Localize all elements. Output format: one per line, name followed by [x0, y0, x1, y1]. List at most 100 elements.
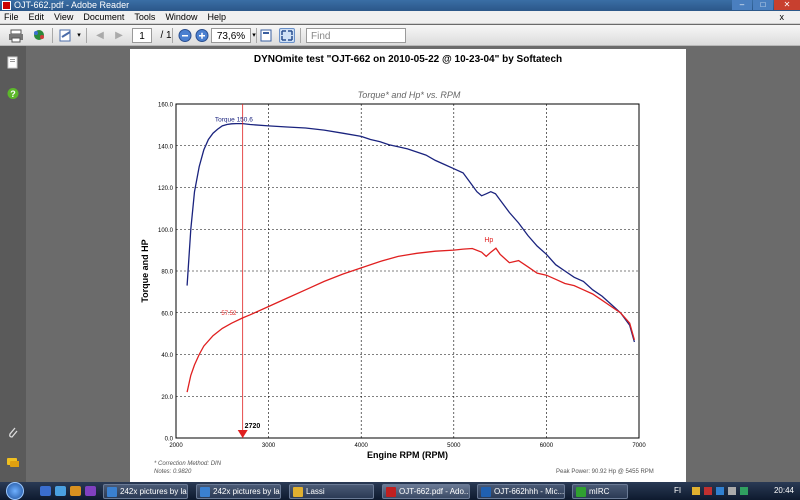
close-document-button[interactable]: x: [780, 11, 785, 24]
toolbar-separator: [52, 28, 53, 43]
menu-bar: File Edit View Document Tools Window Hel…: [0, 11, 800, 24]
explorer-icon[interactable]: [70, 486, 81, 496]
hp-series-label: Hp: [484, 237, 493, 244]
toolbar-separator: [256, 28, 257, 43]
language-indicator[interactable]: FI: [674, 482, 681, 500]
media-player-icon[interactable]: [85, 486, 96, 496]
network-icon[interactable]: [716, 487, 724, 495]
chart-title: Torque* and Hp* vs. RPM: [358, 90, 461, 100]
y-axis-label: Torque and HP: [140, 239, 150, 302]
taskbar-item[interactable]: 242x pictures by la...: [103, 484, 188, 499]
chart-series: [186, 122, 636, 393]
comments-icon[interactable]: [7, 456, 20, 469]
mirc-icon: [576, 487, 586, 497]
taskbar-item[interactable]: OJT-662hhh - Mic...: [477, 484, 565, 499]
toolbar: ▾ ◀ ▶ 1 / 1 73,6% ▾ Find: [0, 25, 800, 46]
taskbar-item[interactable]: 242x pictures by la...: [196, 484, 281, 499]
pages-icon[interactable]: [7, 56, 19, 69]
hp-cursor-value-label: 57.52: [221, 311, 237, 317]
sign-dropdown-icon[interactable]: ▾: [76, 28, 82, 43]
y-tick-label: 40.0: [161, 353, 173, 359]
browser-icon: [200, 487, 210, 497]
adobe-reader-icon: [2, 1, 11, 10]
y-tick-label: 100.0: [158, 228, 174, 234]
next-page-icon[interactable]: ▶: [111, 28, 127, 43]
clock[interactable]: 20:44: [774, 482, 794, 500]
close-button[interactable]: ✕: [774, 0, 800, 10]
rpm-cursor-marker: [237, 430, 248, 438]
x-tick-label: 3000: [262, 443, 276, 449]
previous-page-icon[interactable]: ◀: [92, 28, 108, 43]
word-icon: [481, 487, 491, 497]
menu-file[interactable]: File: [4, 11, 19, 23]
tray-app-icon[interactable]: [692, 487, 700, 495]
help-icon[interactable]: ?: [7, 87, 19, 100]
maximize-button[interactable]: □: [753, 0, 773, 10]
toolbar-separator: [86, 28, 87, 43]
fit-page-icon[interactable]: [258, 28, 274, 43]
taskbar-item-label: OJT-662hhh - Mic...: [494, 487, 565, 496]
zoom-out-icon[interactable]: [177, 28, 193, 43]
chart-axes: 0.0 20.0 40.0 60.0 80.0 100.0 120.0 140.0 160.0 2…: [140, 103, 646, 461]
x-tick-label: 7000: [632, 443, 646, 449]
document-view[interactable]: DYNOmite test "OJT-662 on 2010-05-22 @ 1…: [26, 46, 800, 482]
taskbar-item-label: 242x pictures by la...: [120, 487, 188, 496]
window-title: OJT-662.pdf - Adobe Reader: [14, 0, 130, 10]
attachments-icon[interactable]: [7, 426, 19, 439]
page-number-input[interactable]: 1: [132, 28, 152, 43]
x-tick-label: 4000: [355, 443, 369, 449]
svg-text:?: ?: [10, 89, 16, 99]
system-tray: FI 20:44: [670, 482, 800, 500]
show-desktop-icon[interactable]: [40, 486, 51, 496]
taskbar-item-label: mIRC: [589, 487, 610, 496]
sign-icon[interactable]: [58, 28, 74, 43]
taskbar-item[interactable]: mIRC: [572, 484, 628, 499]
folder-icon: [293, 487, 303, 497]
taskbar-item-label: Lassi: [306, 487, 325, 496]
y-tick-label: 160.0: [158, 103, 174, 109]
minimize-button[interactable]: –: [732, 0, 752, 10]
adobe-reader-icon: [386, 487, 396, 497]
y-tick-label: 0.0: [165, 437, 174, 443]
menu-window[interactable]: Window: [165, 11, 197, 23]
y-tick-label: 140.0: [158, 144, 174, 150]
tray-app-icon[interactable]: [740, 487, 748, 495]
peak-power-note: Peak Power: 90.92 Hp @ 5455 RPM: [556, 469, 654, 475]
y-tick-label: 120.0: [158, 186, 174, 192]
hp-series-line: [186, 247, 636, 393]
volume-icon[interactable]: [728, 487, 736, 495]
zoom-in-icon[interactable]: [194, 28, 210, 43]
menu-tools[interactable]: Tools: [134, 11, 155, 23]
print-icon[interactable]: [8, 28, 24, 43]
start-button[interactable]: [6, 482, 24, 500]
window-title-bar: OJT-662.pdf - Adobe Reader – □ ✕: [0, 0, 800, 11]
correction-factor-note: Notes: 0.9820: [154, 469, 192, 475]
ie-icon[interactable]: [55, 486, 66, 496]
taskbar-item-label: 242x pictures by la...: [213, 487, 281, 496]
y-tick-label: 60.0: [161, 311, 173, 317]
x-axis-label: Engine RPM (RPM): [367, 450, 448, 460]
x-tick-label: 6000: [540, 443, 554, 449]
menu-document[interactable]: Document: [83, 11, 124, 23]
taskbar-item-active[interactable]: OJT-662.pdf - Ado...: [382, 484, 470, 499]
collaborate-icon[interactable]: [31, 28, 47, 43]
navigation-sidebar: ?: [0, 46, 26, 482]
page-total: / 1: [160, 30, 172, 41]
torque-series-line: [186, 122, 636, 343]
taskbar-item[interactable]: Lassi: [289, 484, 374, 499]
rpm-cursor-label: 2720: [245, 423, 261, 430]
menu-edit[interactable]: Edit: [29, 11, 45, 23]
torque-peak-label: Torque 150.6: [215, 117, 253, 124]
correction-method-note: * Correction Method: DIN: [154, 461, 222, 467]
menu-view[interactable]: View: [54, 11, 73, 23]
menu-help[interactable]: Help: [207, 11, 226, 23]
y-tick-label: 20.0: [161, 395, 173, 401]
window-controls: – □ ✕: [731, 0, 800, 11]
find-input[interactable]: Find: [306, 28, 406, 43]
chart-grid: [176, 104, 639, 438]
tray-app-icon[interactable]: [704, 487, 712, 495]
toolbar-separator: [172, 28, 173, 43]
zoom-input[interactable]: 73,6%: [211, 28, 251, 43]
toolbar-separator: [300, 28, 301, 43]
full-screen-icon[interactable]: [279, 28, 295, 43]
